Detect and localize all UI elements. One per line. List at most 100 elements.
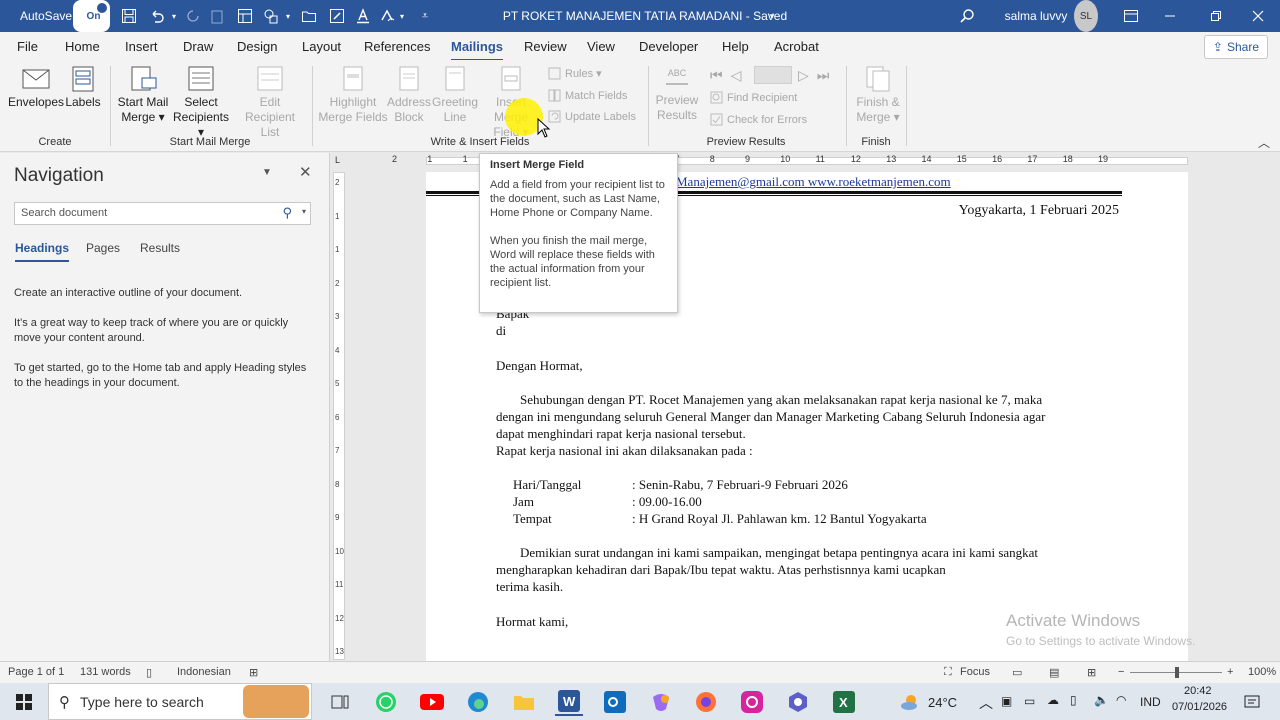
highlight-merge-fields-button[interactable]: Highlight Merge Fields: [318, 66, 388, 125]
tab-home[interactable]: Home: [65, 39, 100, 54]
tab-selector-icon[interactable]: L: [335, 155, 340, 165]
tab-draw[interactable]: Draw: [183, 39, 213, 54]
format-dropdown-icon[interactable]: ▾: [396, 0, 408, 32]
last-record-icon[interactable]: ⏭: [817, 67, 838, 84]
tray-display-icon[interactable]: ▭: [1024, 694, 1035, 708]
focus-button[interactable]: Focus: [960, 666, 990, 678]
proofing-icon[interactable]: ▯: [146, 666, 152, 679]
next-record-icon[interactable]: ▷: [798, 67, 817, 84]
close-icon[interactable]: [1243, 0, 1273, 32]
copilot-icon[interactable]: [647, 688, 675, 716]
share-button[interactable]: ⇪ Share: [1203, 35, 1268, 59]
check-errors-button[interactable]: Check for Errors: [710, 113, 807, 126]
record-number-input[interactable]: [754, 66, 792, 84]
cloud-icon[interactable]: ☁: [1047, 693, 1059, 707]
battery-icon[interactable]: ▯: [1070, 693, 1077, 707]
wifi-icon[interactable]: ◠: [1116, 693, 1126, 707]
collapse-ribbon-icon[interactable]: ︿: [1258, 134, 1270, 151]
autosave-toggle[interactable]: On: [73, 0, 110, 32]
tab-insert[interactable]: Insert: [125, 39, 158, 54]
focus-icon[interactable]: ⛶: [944, 666, 952, 679]
tab-acrobat[interactable]: Acrobat: [774, 39, 819, 54]
tab-mailings[interactable]: Mailings: [451, 39, 504, 62]
address-block-button[interactable]: Address Block: [386, 66, 432, 125]
tab-review[interactable]: Review: [524, 39, 567, 54]
select-recipients-button[interactable]: Select Recipients ▾: [170, 66, 232, 140]
edge-icon[interactable]: [464, 688, 492, 716]
rules-button[interactable]: Rules ▾: [548, 67, 602, 80]
accessibility-icon[interactable]: ⊞: [249, 666, 258, 679]
record-navigation-next[interactable]: ▷ ⏭: [798, 67, 837, 84]
edit-recipient-list-button[interactable]: Edit Recipient List: [234, 66, 306, 140]
finish-merge-button[interactable]: Finish & Merge ▾: [852, 66, 904, 125]
print-layout-icon[interactable]: ▤: [1049, 666, 1059, 679]
tab-help[interactable]: Help: [722, 39, 749, 54]
input-language[interactable]: IND: [1140, 695, 1161, 709]
word-taskbar-icon[interactable]: W: [555, 688, 583, 716]
search-dropdown-icon[interactable]: ▾: [302, 207, 306, 216]
youtube-icon[interactable]: [418, 688, 446, 716]
notifications-icon[interactable]: [1238, 688, 1266, 716]
instagram-icon[interactable]: [738, 688, 766, 716]
tab-file[interactable]: File: [17, 39, 38, 54]
web-layout-icon[interactable]: ⊞: [1087, 666, 1096, 679]
match-fields-button[interactable]: Match Fields: [548, 89, 627, 102]
language-indicator[interactable]: Indonesian: [177, 666, 231, 678]
envelopes-button[interactable]: Envelopes: [8, 66, 64, 110]
record-navigation[interactable]: ⏮ ◁: [710, 67, 749, 84]
clock-time[interactable]: 20:42: [1184, 685, 1212, 697]
ribbon-display-icon[interactable]: [1116, 0, 1146, 32]
clock-date[interactable]: 07/01/2026: [1172, 701, 1227, 713]
firefox-icon[interactable]: [692, 688, 720, 716]
tab-layout[interactable]: Layout: [302, 39, 341, 54]
search-icon[interactable]: [952, 0, 982, 32]
customize-toolbar-icon[interactable]: ⩡: [414, 0, 436, 32]
weather-temperature[interactable]: 24°C: [928, 695, 957, 710]
website-link[interactable]: www.roeketmanjemen.com: [808, 174, 951, 189]
user-name[interactable]: salma luvvy: [1000, 0, 1072, 32]
page-count[interactable]: Page 1 of 1: [8, 666, 64, 678]
shapes-dropdown-icon[interactable]: ▾: [282, 0, 294, 32]
open-folder-icon[interactable]: [294, 0, 324, 32]
zoom-slider-thumb[interactable]: [1175, 667, 1179, 678]
app-hexagon-icon[interactable]: [784, 688, 812, 716]
whatsapp-icon[interactable]: [372, 688, 400, 716]
tab-developer[interactable]: Developer: [639, 39, 698, 54]
start-mail-merge-button[interactable]: Start Mail Merge ▾: [114, 66, 172, 125]
tab-results[interactable]: Results: [140, 241, 180, 255]
update-labels-button[interactable]: Update Labels: [548, 110, 636, 123]
avatar[interactable]: SL: [1074, 0, 1098, 32]
first-record-icon[interactable]: ⏮: [710, 67, 731, 84]
title-dropdown-icon[interactable]: ▾: [766, 0, 778, 32]
email-text[interactable]: Manajemen@gmail.com: [676, 174, 805, 189]
close-pane-icon[interactable]: ✕: [299, 163, 312, 181]
zoom-in-icon[interactable]: +: [1227, 666, 1233, 678]
zoom-out-icon[interactable]: −: [1118, 666, 1124, 678]
taskbar-search-box[interactable]: ⚲ Type here to search: [48, 683, 312, 720]
find-recipient-button[interactable]: Find Recipient: [710, 91, 797, 104]
tray-device-icon[interactable]: ▣: [1001, 694, 1012, 708]
tab-design[interactable]: Design: [237, 39, 277, 54]
windows-start-icon[interactable]: [10, 688, 38, 716]
preview-results-button[interactable]: ABC Preview Results: [654, 68, 700, 123]
tab-pages[interactable]: Pages: [86, 241, 120, 255]
search-icon[interactable]: ⚲: [282, 205, 292, 221]
excel-icon[interactable]: X: [830, 688, 858, 716]
tab-references[interactable]: References: [364, 39, 430, 54]
restore-icon[interactable]: [1201, 0, 1231, 32]
save-icon[interactable]: [114, 0, 144, 32]
volume-icon[interactable]: 🔈: [1094, 693, 1109, 707]
search-document-input[interactable]: Search document ⚲ ▾: [14, 202, 311, 225]
tab-view[interactable]: View: [587, 39, 615, 54]
tray-chevron-icon[interactable]: ︿: [979, 693, 993, 713]
greeting-line-button[interactable]: Greeting Line: [430, 66, 480, 125]
word-count[interactable]: 131 words: [80, 666, 131, 678]
minimize-icon[interactable]: [1155, 0, 1185, 32]
previous-record-icon[interactable]: ◁: [731, 67, 750, 84]
labels-button[interactable]: Labels: [64, 66, 102, 110]
weather-icon[interactable]: [896, 688, 924, 716]
pane-options-icon[interactable]: ▼: [262, 167, 272, 178]
zoom-level[interactable]: 100%: [1248, 666, 1276, 678]
tab-headings[interactable]: Headings: [15, 241, 70, 262]
file-explorer-icon[interactable]: [510, 688, 538, 716]
